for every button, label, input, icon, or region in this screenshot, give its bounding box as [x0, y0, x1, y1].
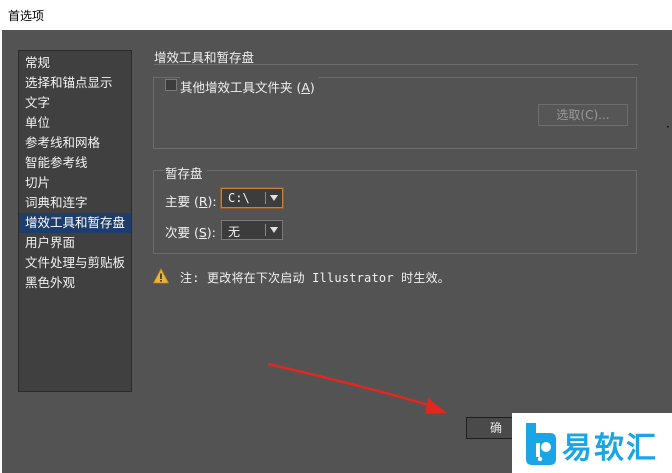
additional-plugins-folder-checkbox[interactable] [165, 79, 177, 91]
stray-mark: · [666, 120, 670, 134]
chevron-down-icon[interactable] [270, 227, 278, 233]
additional-plugins-folder-label[interactable]: 其他增效工具文件夹 (A) [180, 77, 319, 96]
choose-folder-button[interactable]: 选取(C)... [538, 104, 628, 126]
annotation-arrow-shaft [267, 362, 433, 408]
watermark-text: 易软汇 [562, 431, 658, 466]
sidebar-item-user-interface[interactable]: 用户界面 [19, 233, 131, 253]
sidebar-item-file-handling-clipboard[interactable]: 文件处理与剪贴板 [19, 253, 131, 273]
primary-scratch-label: 主要 (R): [165, 194, 217, 209]
sidebar-item-appearance-of-black[interactable]: 黑色外观 [19, 273, 131, 293]
restart-note: 注: 更改将在下次启动 Illustrator 时生效。 [180, 271, 450, 285]
scratch-disks-group [153, 170, 637, 254]
section-divider [154, 64, 638, 65]
warning-icon [153, 268, 169, 284]
sidebar-item-type[interactable]: 文字 [19, 93, 131, 113]
sidebar-item-slices[interactable]: 切片 [19, 173, 131, 193]
primary-scratch-value: C:\ [228, 191, 250, 205]
sidebar-item-hyphenation[interactable]: 词典和连字 [19, 193, 131, 213]
sidebar-item-plugins-scratch-disks[interactable]: 增效工具和暂存盘 [19, 213, 131, 233]
select-divider [265, 224, 266, 236]
logo-icon [526, 423, 556, 465]
select-divider [265, 192, 266, 204]
secondary-scratch-value: 无 [228, 225, 241, 239]
watermark-logo: 易软汇 [512, 413, 672, 473]
sidebar-item-selection-anchor-display[interactable]: 选择和锚点显示 [19, 73, 131, 93]
sidebar-item-general[interactable]: 常规 [19, 53, 131, 73]
sidebar-item-smart-guides[interactable]: 智能参考线 [19, 153, 131, 173]
preferences-category-list[interactable]: 常规 选择和锚点显示 文字 单位 参考线和网格 智能参考线 切片 词典和连字 增… [18, 50, 132, 392]
annotation-arrow-head [425, 398, 447, 414]
title-bar: 首选项 [0, 0, 672, 30]
primary-scratch-select[interactable]: C:\ [221, 188, 283, 208]
sidebar-item-units[interactable]: 单位 [19, 113, 131, 133]
window-edge [0, 30, 2, 473]
secondary-scratch-select[interactable]: 无 [221, 220, 283, 240]
secondary-scratch-label: 次要 (S): [165, 225, 216, 240]
chevron-down-icon[interactable] [270, 195, 278, 201]
sidebar-item-guides-grid[interactable]: 参考线和网格 [19, 133, 131, 153]
scratch-disks-title: 暂存盘 [165, 163, 207, 182]
window-title: 首选项 [8, 9, 45, 23]
